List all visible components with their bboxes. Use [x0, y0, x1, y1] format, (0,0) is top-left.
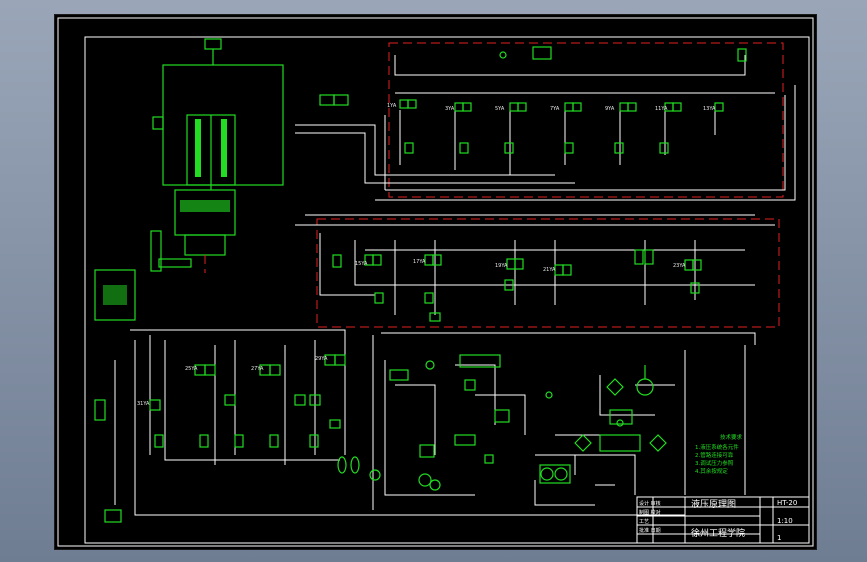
boundary-middle — [316, 218, 780, 328]
svg-text:29YA: 29YA — [315, 356, 328, 362]
tech-requirements: 技术要求 1.液压系统各元件 2.管路连接可靠 3.调试压力参照 4.其余按规定 — [695, 433, 743, 475]
svg-text:27YA: 27YA — [251, 366, 264, 372]
valve-row-upper — [319, 46, 747, 154]
svg-text:31YA: 31YA — [137, 401, 150, 407]
svg-text:3YA: 3YA — [445, 106, 455, 112]
hydraulic-schematic: 1YA 3YA 5YA 7YA 9YA 11YA 13YA 15YA 17YA … — [57, 17, 814, 547]
main-cylinder — [150, 38, 284, 273]
pump-station — [369, 354, 667, 491]
drawing-canvas: 1YA 3YA 5YA 7YA 9YA 11YA 13YA 15YA 17YA … — [54, 14, 817, 550]
sheet: 1 — [777, 534, 781, 542]
tech-req-title: 技术要求 — [720, 433, 743, 441]
inner-frame — [84, 36, 810, 544]
svg-text:9YA: 9YA — [605, 106, 615, 112]
tech-req-line: 3.调试压力参照 — [695, 459, 734, 467]
svg-text:23YA: 23YA — [673, 263, 686, 269]
svg-text:25YA: 25YA — [185, 366, 198, 372]
svg-text:5YA: 5YA — [495, 106, 505, 112]
title-block: 设计 审核 制图 校对 工艺 批准 日期 液压原理图 徐州工程学院 HT-20 … — [636, 496, 810, 544]
drawing-title: 液压原理图 — [691, 498, 736, 510]
svg-text:工艺: 工艺 — [639, 519, 649, 525]
svg-text:制图 校对: 制图 校对 — [639, 509, 661, 516]
svg-text:1YA: 1YA — [387, 103, 397, 109]
drawing-number: HT-20 — [777, 499, 797, 507]
svg-text:7YA: 7YA — [550, 106, 560, 112]
tech-req-line: 2.管路连接可靠 — [695, 451, 734, 459]
tech-req-line: 1.液压系统各元件 — [695, 443, 739, 451]
svg-text:21YA: 21YA — [543, 267, 556, 273]
boundary-upper — [388, 42, 784, 198]
svg-text:19YA: 19YA — [495, 263, 508, 269]
company-name: 徐州工程学院 — [691, 527, 745, 539]
svg-text:批准 日期: 批准 日期 — [639, 527, 661, 534]
svg-text:11YA: 11YA — [655, 106, 668, 112]
pipe-network — [114, 55, 796, 516]
svg-text:17YA: 17YA — [413, 259, 426, 265]
svg-text:设计 审核: 设计 审核 — [639, 500, 661, 507]
svg-text:15YA: 15YA — [355, 261, 368, 267]
scale: 1:10 — [777, 517, 793, 525]
tech-req-line: 4.其余按规定 — [695, 467, 728, 475]
svg-text:13YA: 13YA — [703, 106, 716, 112]
